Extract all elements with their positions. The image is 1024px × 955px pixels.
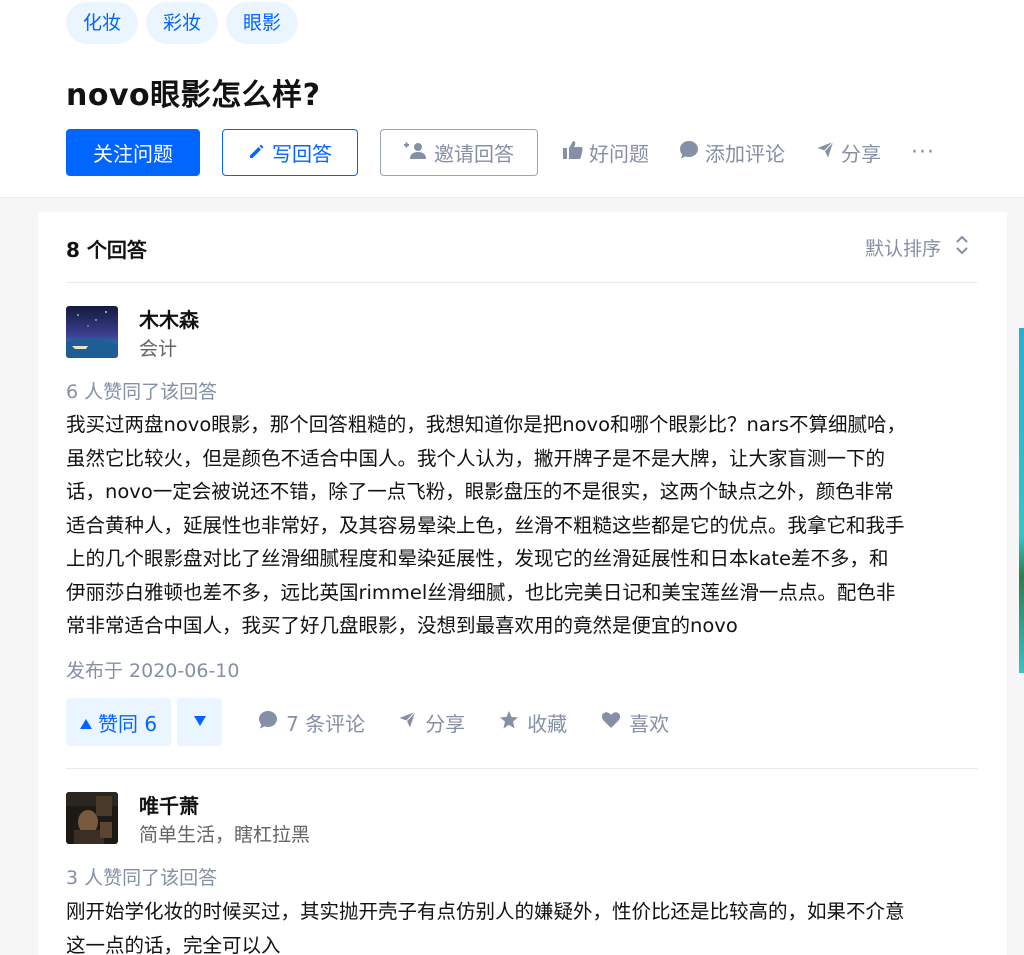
triangle-up-icon [80, 710, 92, 734]
topic-tag[interactable]: 眼影 [226, 2, 299, 44]
author-name[interactable]: 唯千萧 [139, 790, 199, 819]
content-line: 虽然它比较火，但是颜色不适合中国人。我个人认为，撇开牌子是不是大牌，让大家盲测一… [66, 446, 886, 470]
content-line: 我买过两盘novo眼影，那个回答粗糙的，我想知道你是把novo和哪个眼影比？na… [66, 413, 907, 436]
content-line: 话，novo一定会被说还不错，除了一点飞粉，眼影盘压的不是很实，这两个缺点之外，… [66, 480, 894, 503]
avatar[interactable] [66, 306, 118, 358]
vote-down-button[interactable] [177, 698, 223, 746]
content-line: 上的几个眼影盘对比了丝滑细腻程度和晕染延展性，发现它的丝滑延展性和日本kate差… [66, 547, 889, 570]
answer-action-bar: 赞同 6 7 条评论 分享 收藏 喜欢 [66, 698, 669, 746]
answers-card: 8 个回答 默认排序 木木森 会计 6 人赞同了该回答 我买过两盘novo眼影，… [38, 212, 1007, 955]
question-title: novo眼影怎么样? [66, 78, 321, 113]
add-comment-label: 添加评论 [705, 142, 785, 166]
share-icon [814, 140, 835, 165]
sort-label: 默认排序 [864, 238, 941, 260]
triangle-down-icon [193, 714, 206, 730]
divider [66, 282, 978, 283]
author-bio: 会计 [139, 338, 178, 360]
divider [66, 768, 978, 769]
answer-content[interactable]: 刚开始学化妆的时候买过，其实抛开壳子有点仿别人的嫌疑外，性价比还是比较高的，如果… [66, 895, 982, 955]
topic-tag[interactable]: 彩妆 [146, 2, 219, 44]
sort-selector[interactable]: 默认排序 [865, 234, 969, 261]
sidebar-edge [1019, 328, 1024, 673]
content-line: 这一点的话，完全可以入 [66, 933, 281, 955]
question-header: 化妆 彩妆 眼影 novo眼影怎么样? 关注问题 写回答 邀请回答 好问题 添加… [0, 0, 1024, 198]
write-answer-label: 写回答 [272, 142, 332, 166]
question-actions: 关注问题 写回答 邀请回答 好问题 添加评论 分享 ··· [66, 129, 935, 176]
invite-answer-button[interactable]: 邀请回答 [380, 129, 538, 176]
like-button[interactable]: 喜欢 [601, 708, 669, 737]
publish-date[interactable]: 发布于 2020-06-10 [66, 656, 239, 683]
content-line: 常非常适合中国人，我买了好几盘眼影，没想到最喜欢用的竟然是便宜的novo [66, 614, 738, 637]
comments-button[interactable]: 7 条评论 [258, 708, 365, 737]
thumbs-up-icon [563, 140, 583, 165]
pencil-icon [248, 141, 266, 165]
topic-tag[interactable]: 化妆 [66, 2, 139, 44]
answer-count: 8 个回答 [66, 238, 147, 262]
share-question-button[interactable]: 分享 [814, 138, 881, 167]
heart-icon [601, 710, 621, 735]
author-bio: 简单生活，瞎杠拉黑 [139, 824, 311, 846]
author-name[interactable]: 木木森 [139, 304, 199, 333]
content-line: 伊丽莎白雅顿也差不多，远比英国rimmel丝滑细腻，也比完美日记和美宝莲丝滑一点… [66, 580, 896, 604]
add-comment-button[interactable]: 添加评论 [679, 138, 785, 167]
invite-answer-label: 邀请回答 [434, 142, 514, 166]
comment-icon [258, 710, 278, 735]
topic-tags: 化妆 彩妆 眼影 [66, 2, 299, 44]
answer-content[interactable]: 我买过两盘novo眼影，那个回答粗糙的，我想知道你是把novo和哪个眼影比？na… [66, 408, 982, 643]
follow-question-label: 关注问题 [93, 142, 173, 166]
voters-count[interactable]: 3 人赞同了该回答 [66, 863, 217, 890]
follow-question-button[interactable]: 关注问题 [66, 129, 200, 176]
avatar[interactable] [66, 792, 118, 844]
content-line: 刚开始学化妆的时候买过，其实抛开壳子有点仿别人的嫌疑外，性价比还是比较高的，如果… [66, 900, 905, 923]
sort-toggle-icon [955, 234, 969, 261]
comment-icon [679, 140, 699, 165]
vote-up-label: 赞同 6 [98, 711, 158, 736]
share-icon [396, 709, 417, 735]
like-label: 喜欢 [629, 711, 670, 736]
favorite-button[interactable]: 收藏 [499, 708, 567, 737]
add-user-icon [404, 141, 428, 165]
good-question-button[interactable]: 好问题 [563, 138, 649, 167]
more-icon[interactable]: ··· [911, 140, 935, 165]
share-answer-label: 分享 [425, 711, 466, 736]
favorite-label: 收藏 [527, 711, 568, 736]
star-icon [499, 710, 519, 735]
vote-up-button[interactable]: 赞同 6 [66, 698, 172, 746]
share-answer-button[interactable]: 分享 [396, 708, 466, 737]
share-question-label: 分享 [841, 142, 881, 166]
good-question-label: 好问题 [589, 142, 649, 166]
write-answer-button[interactable]: 写回答 [222, 129, 358, 176]
content-line: 适合黄种人，延展性也非常好，及其容易晕染上色，丝滑不粗糙这些都是它的优点。我拿它… [66, 513, 905, 537]
comments-label: 7 条评论 [286, 711, 366, 736]
voters-count[interactable]: 6 人赞同了该回答 [66, 377, 217, 404]
